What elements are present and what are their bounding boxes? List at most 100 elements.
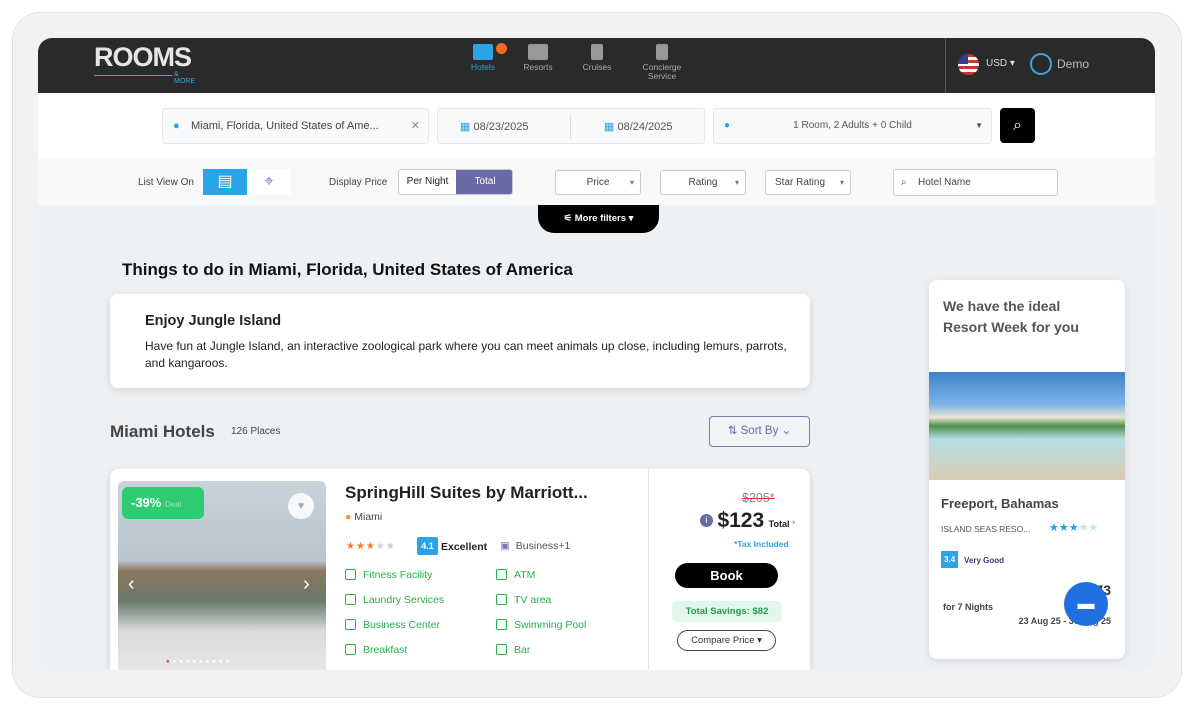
nav-resorts[interactable]: Resorts xyxy=(518,44,558,72)
more-filters-button[interactable]: ⚟ More filters ▾ xyxy=(538,205,659,233)
amenity: Fitness Facility xyxy=(345,569,432,581)
user-name[interactable]: Demo xyxy=(1057,57,1089,71)
chat-icon: ▬ xyxy=(1077,594,1095,613)
list-view-label: List View On xyxy=(138,177,194,188)
logo[interactable]: ROOMS & MORE xyxy=(94,42,195,85)
activity-card[interactable]: Enjoy Jungle Island Have fun at Jungle I… xyxy=(110,294,810,388)
sliders-icon: ⚟ xyxy=(563,213,573,224)
hotel-icon xyxy=(473,44,493,60)
nav-label: Cruises xyxy=(582,62,612,72)
divider xyxy=(648,469,649,670)
display-price-label: Display Price xyxy=(329,177,388,188)
book-button[interactable]: Book xyxy=(675,563,778,588)
price-filter-label: Price xyxy=(586,177,610,188)
currency-label: USD xyxy=(986,58,1008,69)
tv-icon xyxy=(496,594,507,605)
user-avatar-icon[interactable] xyxy=(1030,53,1052,75)
review-score: 4.1 xyxy=(417,537,438,555)
filter-bar: List View On ▤ ⌖ Display Price Per Night… xyxy=(38,158,1155,205)
rating-filter-label: Rating xyxy=(688,177,718,188)
amenity-label: Breakfast xyxy=(363,644,408,656)
clear-icon[interactable]: ✕ xyxy=(411,109,420,143)
nav-cruises[interactable]: Cruises xyxy=(578,44,616,72)
amenity: ATM xyxy=(496,569,535,581)
sort-label: Sort By xyxy=(740,425,779,437)
search-icon: ⌕ xyxy=(1013,117,1022,134)
amenity-label: ATM xyxy=(514,569,536,581)
total-savings: Total Savings: $82 xyxy=(672,601,782,622)
location-input[interactable]: ● Miami, Florida, United States of Ame..… xyxy=(162,108,429,144)
discount-badge: -39% Deal xyxy=(122,487,204,519)
divider xyxy=(570,115,571,139)
guests-value: 1 Room, 2 Adults + 0 Child xyxy=(793,120,912,131)
star-rating-filter-label: Star Rating xyxy=(775,177,826,188)
map-pin-icon: ● xyxy=(173,120,180,132)
star-rating-filter[interactable]: Star Rating xyxy=(765,170,851,195)
hotel-card: -39% Deal ♥ ‹ › ●●●●●●●●●● SpringHill Su… xyxy=(110,469,810,670)
nav-concierge[interactable]: Concierge Service xyxy=(636,44,688,81)
hotel-image-carousel[interactable]: -39% Deal ♥ ‹ › ●●●●●●●●●● xyxy=(118,481,326,670)
hotel-name-placeholder: Hotel Name xyxy=(918,177,971,188)
promo-title: We have the ideal Resort Week for you xyxy=(943,298,1079,335)
amenity-label: Fitness Facility xyxy=(363,569,433,581)
atm-icon xyxy=(496,569,507,580)
next-image-icon[interactable]: › xyxy=(303,573,310,596)
play-badge-icon xyxy=(496,43,507,54)
promo-score-label: Very Good xyxy=(964,556,1005,565)
hotels-title: Miami Hotels xyxy=(110,422,215,441)
amenity: Breakfast xyxy=(345,644,407,656)
amenity-label: Business Center xyxy=(363,619,441,631)
promo-score: 3.4 xyxy=(941,551,958,568)
currency-select[interactable]: USD ▾ xyxy=(986,58,1015,69)
date-range[interactable]: ▦ 08/23/2025 ▦ 08/24/2025 xyxy=(437,108,705,144)
guests-select[interactable]: ● 1 Room, 2 Adults + 0 Child ▼ xyxy=(713,108,992,144)
prev-image-icon[interactable]: ‹ xyxy=(128,573,135,596)
favorite-icon[interactable]: ♥ xyxy=(288,493,314,519)
checkout-value: 08/24/2025 xyxy=(617,121,673,133)
hotel-location: ● Miami xyxy=(345,511,382,523)
sort-by-button[interactable]: ⇅ Sort By ⌄ xyxy=(709,416,810,447)
nav-label: Hotels xyxy=(470,62,496,72)
checkin-field[interactable]: ▦ 08/23/2025 xyxy=(460,120,529,133)
nav-label: Concierge Service xyxy=(642,62,682,81)
chat-button[interactable]: ▬ xyxy=(1064,582,1108,626)
person-icon: ● xyxy=(724,120,731,131)
us-flag-icon[interactable] xyxy=(958,54,979,75)
promo-stars: ★★★★★ xyxy=(1049,522,1099,534)
nav-label: Resorts xyxy=(523,62,553,72)
hotel-name-input[interactable]: ⌕ Hotel Name xyxy=(893,169,1058,196)
total-option[interactable]: Total xyxy=(456,170,512,194)
price-filter[interactable]: Price xyxy=(555,170,641,195)
list-icon: ▤ xyxy=(217,173,233,190)
compare-price-button[interactable]: Compare Price ▾ xyxy=(677,630,776,651)
amenity: Bar xyxy=(496,644,530,656)
breakfast-icon xyxy=(345,644,356,655)
map-view-toggle[interactable]: ⌖ xyxy=(247,169,291,195)
amenity-label: Laundry Services xyxy=(363,594,445,606)
list-view-toggle[interactable]: ▤ xyxy=(203,169,247,195)
promo-nights: for 7 Nights xyxy=(943,602,994,612)
per-night-option[interactable]: Per Night xyxy=(399,170,456,194)
nav-hotels[interactable]: Hotels xyxy=(466,44,500,72)
amenity: TV area xyxy=(496,594,551,606)
discount-value: -39% xyxy=(131,495,162,510)
logo-sub: & MORE xyxy=(174,71,195,85)
info-icon[interactable]: i xyxy=(700,514,713,527)
hotel-name[interactable]: SpringHill Suites by Marriott... xyxy=(345,483,588,503)
briefcase-icon: ▣ xyxy=(500,540,510,552)
checkout-field[interactable]: ▦ 08/24/2025 xyxy=(604,120,673,133)
activity-title: Enjoy Jungle Island xyxy=(145,313,282,329)
map-icon: ⌖ xyxy=(264,173,274,190)
amenity-label: Swimming Pool xyxy=(514,619,587,631)
calendar-icon: ▦ xyxy=(604,121,615,133)
compare-label: Compare Price xyxy=(691,635,755,646)
carousel-dots[interactable]: ●●●●●●●●●● xyxy=(166,659,232,665)
rating-filter[interactable]: Rating xyxy=(660,170,746,195)
star-rating: ★★★★★ xyxy=(346,541,396,552)
review-label: Excellent xyxy=(441,541,488,553)
hotel-type-text: Business+1 xyxy=(515,540,571,552)
amenity: Laundry Services xyxy=(345,594,444,606)
search-button[interactable]: ⌕ xyxy=(1000,108,1035,143)
sort-icon: ⇅ xyxy=(727,425,738,437)
resort-image xyxy=(929,372,1125,480)
